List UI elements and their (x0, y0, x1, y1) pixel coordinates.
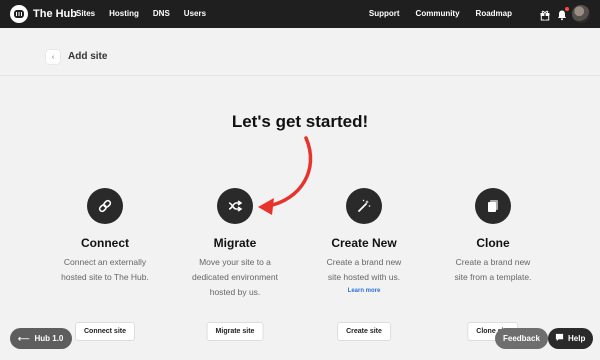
card-description: Connect an externally hosted site to The… (61, 257, 149, 282)
main-nav: Sites Hosting DNS Users (76, 9, 206, 18)
page-title: Add site (68, 51, 108, 62)
copy-icon (488, 200, 498, 212)
create-site-button[interactable]: Create site (337, 322, 391, 341)
secondary-nav: Support Community Roadmap (369, 9, 512, 18)
create-new-option-icon (346, 188, 382, 224)
connect-site-button[interactable]: Connect site (74, 322, 136, 341)
card-title: Connect (81, 236, 129, 250)
main-heading: Let's get started! (231, 112, 369, 131)
migrate-icon (228, 200, 243, 212)
nav-item-support[interactable]: Support (369, 9, 400, 18)
card-title: Clone (476, 236, 510, 250)
card-title: Migrate (213, 236, 257, 250)
option-card-migrate: Migrate Move your site to a dedicated en… (170, 188, 300, 341)
gift-icon[interactable] (539, 8, 551, 21)
clone-option-icon (475, 188, 511, 224)
magic-wand-icon (358, 199, 371, 212)
header-divider (0, 75, 600, 76)
card-title: Create New (331, 236, 397, 250)
arrow-left-icon: ⟵ (18, 334, 30, 343)
option-card-clone: Clone Create a brand new site from a tem… (428, 188, 558, 341)
back-button[interactable]: ‹ (46, 50, 60, 64)
option-card-create-new: Create New Create a brand new site hoste… (299, 188, 429, 341)
help-button[interactable]: Help (548, 328, 594, 349)
hub-version-label: Hub 1.0 (34, 334, 64, 343)
top-navigation-bar: The Hub Sites Hosting DNS Users Support … (0, 0, 600, 28)
card-description: Create a brand new site hosted with us. (326, 257, 402, 282)
bell-icon[interactable] (556, 7, 569, 21)
option-card-connect: Connect Connect an externally hosted sit… (40, 188, 170, 341)
learn-more-link[interactable]: Learn more (299, 288, 429, 294)
notification-dot (565, 7, 569, 11)
chat-bubble-icon (555, 333, 564, 344)
help-label: Help (568, 334, 586, 343)
card-description: Create a brand new site from a template. (454, 257, 532, 282)
user-avatar[interactable] (572, 5, 590, 23)
nav-item-hosting[interactable]: Hosting (109, 9, 139, 18)
hub-version-button[interactable]: ⟵ Hub 1.0 (10, 328, 73, 349)
feedback-button[interactable]: Feedback (495, 328, 548, 349)
brand-name[interactable]: The Hub (33, 8, 77, 20)
nav-item-dns[interactable]: DNS (153, 9, 170, 18)
hub-logo-icon[interactable] (10, 5, 28, 23)
link-icon (98, 199, 112, 213)
migrate-site-button[interactable]: Migrate site (206, 322, 264, 341)
card-description: Move your site to a dedicated environmen… (191, 257, 278, 297)
nav-item-sites[interactable]: Sites (76, 9, 95, 18)
migrate-option-icon (217, 188, 253, 224)
nav-item-roadmap[interactable]: Roadmap (476, 9, 512, 18)
nav-item-users[interactable]: Users (184, 9, 206, 18)
connect-option-icon (87, 188, 123, 224)
nav-item-community[interactable]: Community (416, 9, 460, 18)
chevron-left-icon: ‹ (51, 53, 55, 61)
